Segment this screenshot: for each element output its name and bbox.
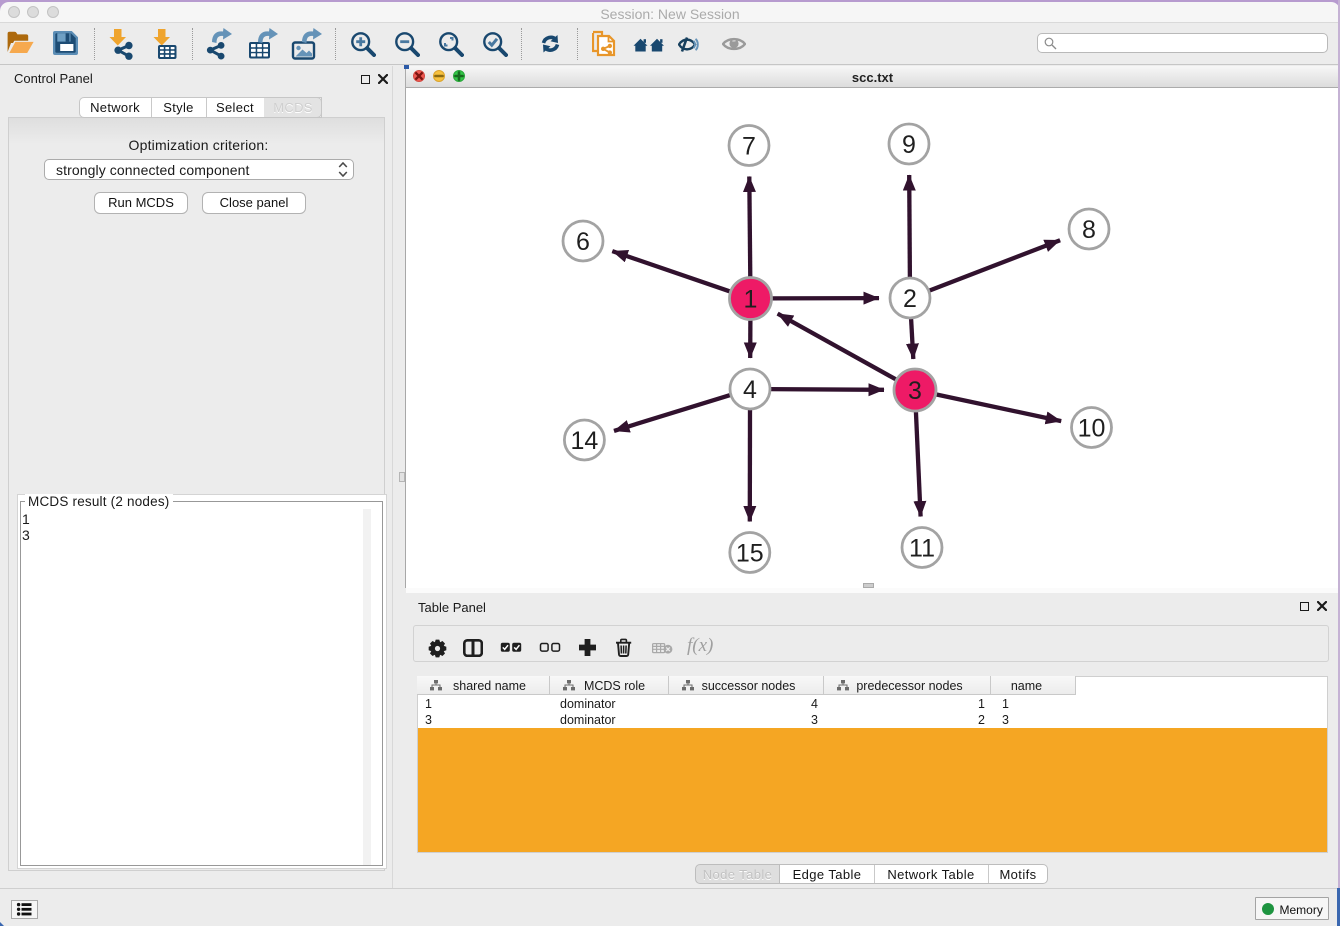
svg-text:3: 3 [908, 377, 922, 405]
svg-text:4: 4 [743, 376, 757, 404]
svg-text:11: 11 [909, 535, 935, 563]
svg-text:14: 14 [570, 427, 598, 455]
svg-text:9: 9 [902, 131, 916, 159]
svg-text:7: 7 [742, 133, 756, 161]
svg-text:1: 1 [744, 286, 758, 314]
svg-text:2: 2 [903, 285, 917, 313]
svg-text:6: 6 [576, 228, 590, 256]
svg-text:10: 10 [1078, 415, 1106, 443]
svg-text:8: 8 [1082, 216, 1096, 244]
svg-text:15: 15 [736, 540, 764, 568]
